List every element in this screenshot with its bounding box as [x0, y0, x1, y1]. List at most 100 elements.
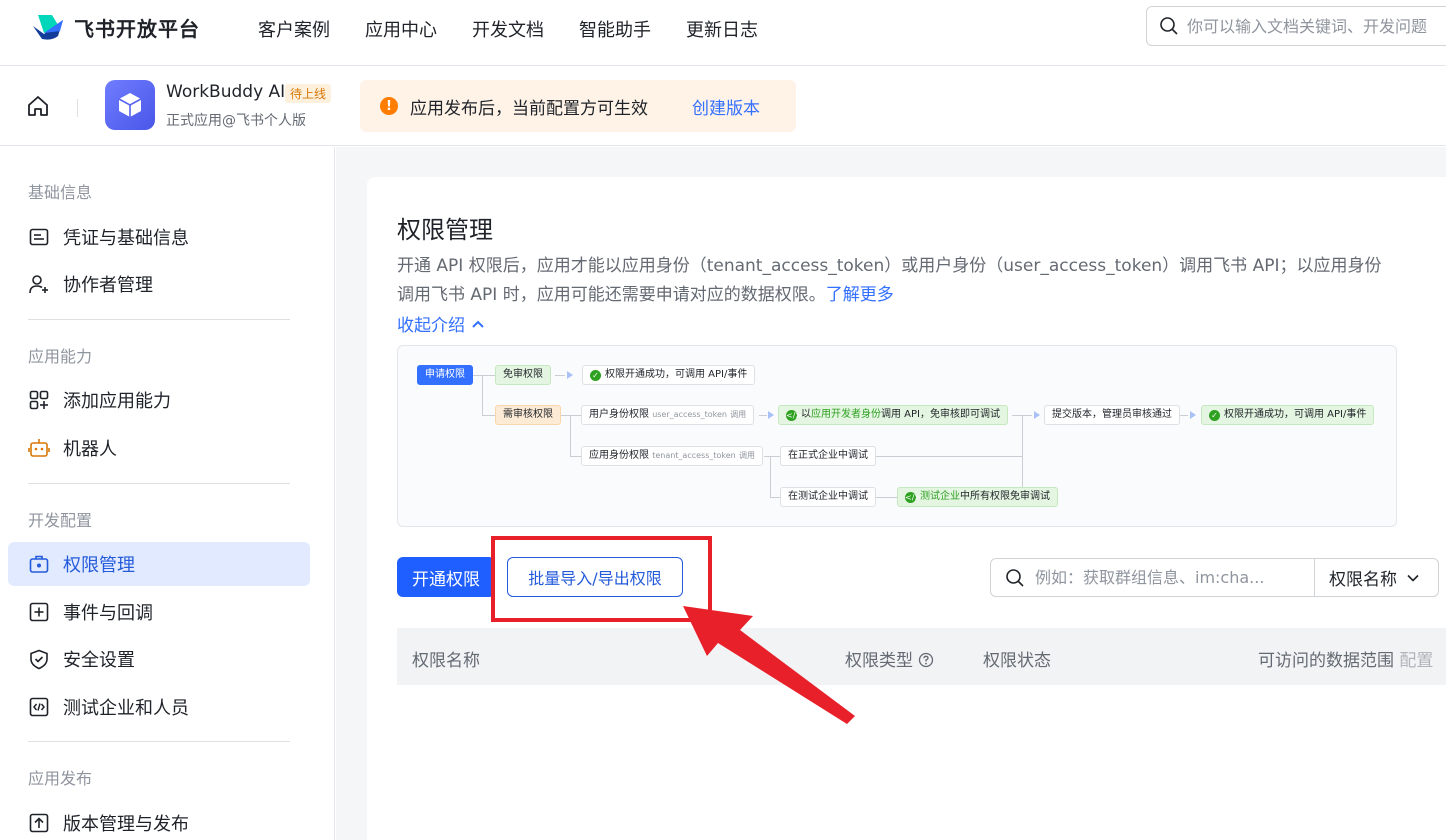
flow-node-prod-debug: 在正式企业中调试 [780, 446, 876, 466]
top-navigation: 飞书开放平台 客户案例 应用中心 开发文档 智能助手 更新日志 [0, 0, 1446, 66]
status-badge: 待上线 [285, 84, 332, 103]
nav-item-assistant[interactable]: 智能助手 [579, 16, 651, 42]
app-avatar [105, 80, 155, 130]
flow-node-submit: 提交版本，管理员审核通过 [1044, 405, 1180, 425]
sidebar-item-security[interactable]: 安全设置 [8, 637, 310, 681]
nav-menu: 客户案例 应用中心 开发文档 智能助手 更新日志 [258, 16, 793, 42]
flow-text: 应用身份权限 [589, 450, 649, 461]
sidebar-item-test-tenants[interactable]: 测试企业和人员 [8, 685, 310, 729]
code-badge-icon: </> [905, 492, 922, 503]
sidebar-item-permissions[interactable]: 权限管理 [8, 542, 310, 586]
event-icon [28, 601, 50, 623]
apps-add-icon [28, 389, 50, 411]
flow-node-apply: 申请权限 [417, 365, 473, 385]
permission-flow-diagram: 申请权限 免审权限 ✓ 权限开通成功，可调用 API/事件 需审核权限 用户身份权… [397, 345, 1397, 527]
sidebar-divider [28, 483, 290, 484]
collapse-label: 收起介绍 [397, 316, 465, 336]
select-value: 权限名称 [1329, 570, 1397, 590]
sidebar-section-title: 基础信息 [28, 183, 93, 202]
nav-item-docs[interactable]: 开发文档 [472, 16, 544, 42]
flow-text: 调用 [738, 451, 755, 460]
sidebar: 基础信息 凭证与基础信息 协作者管理 应用能力 添加应用能力 机器人 开发配置 … [0, 147, 335, 840]
sidebar-item-collaborators[interactable]: 协作者管理 [8, 262, 310, 306]
home-icon[interactable] [26, 94, 50, 118]
notice-text: 应用发布后，当前配置方可生效 [410, 98, 648, 119]
sidebar-item-versions[interactable]: 版本管理与发布 [8, 801, 310, 840]
flow-connector [472, 375, 496, 376]
app-subtitle: 正式应用@飞书个人版 [166, 113, 306, 129]
flow-node-test-result: </>测试企业中所有权限免审调试 [897, 487, 1058, 507]
search-icon [1160, 17, 1178, 35]
flow-arrow [768, 411, 774, 419]
upload-icon [28, 812, 50, 834]
check-icon: ✓ [590, 370, 601, 381]
flow-connector [876, 456, 1022, 457]
flow-node-user-perm: 用户身份权限 user_access_token 调用 [581, 405, 755, 425]
header-divider [77, 99, 78, 117]
flow-text: 测试企业 [920, 491, 960, 502]
app-name: WorkBuddy AI [166, 82, 286, 102]
sidebar-item-events[interactable]: 事件与回调 [8, 590, 310, 634]
flow-text: 用户身份权限 [589, 409, 649, 420]
flow-connector [764, 456, 780, 457]
code-icon [28, 696, 50, 718]
help-icon[interactable] [918, 652, 934, 668]
nav-item-app-center[interactable]: 应用中心 [365, 16, 437, 42]
column-header-config[interactable]: 配置 [1399, 651, 1433, 671]
code-badge-icon: </> [786, 410, 803, 421]
permission-search-box[interactable] [990, 558, 1315, 597]
column-header-type-label: 权限类型 [845, 651, 913, 671]
permission-search-input[interactable] [1035, 568, 1305, 587]
flow-node-app-perm: 应用身份权限 tenant_access_token 调用 [581, 446, 763, 466]
column-header-scope-label: 可访问的数据范围 [1258, 651, 1394, 671]
top-search-input[interactable] [1187, 16, 1446, 36]
flow-text: 调用 API，免审核即可调试 [881, 409, 1000, 420]
nav-item-changelog[interactable]: 更新日志 [686, 16, 758, 42]
warning-icon: ! [380, 97, 398, 115]
sidebar-section-title: 开发配置 [28, 511, 93, 530]
sidebar-item-label: 事件与回调 [63, 603, 153, 624]
flow-arrow [1190, 411, 1196, 419]
flow-text: 权限开通成功，可调用 API/事件 [1224, 409, 1367, 420]
sidebar-item-add-capability[interactable]: 添加应用能力 [8, 378, 310, 422]
flow-node-test-debug: 在测试企业中调试 [780, 487, 876, 507]
flow-node-free: 免审权限 [495, 365, 551, 385]
flow-text: 以 [801, 409, 811, 420]
check-icon: ✓ [1209, 410, 1220, 421]
sidebar-item-label: 测试企业和人员 [63, 698, 189, 719]
flow-connector [770, 456, 771, 497]
publish-notice: ! 应用发布后，当前配置方可生效 创建版本 [360, 80, 796, 132]
create-version-link[interactable]: 创建版本 [692, 94, 760, 119]
flow-arrow [567, 371, 573, 379]
annotation-highlight-box [491, 536, 712, 622]
app-header: WorkBuddy AI 待上线 正式应用@飞书个人版 ! 应用发布后，当前配置… [0, 66, 1446, 146]
feishu-logo[interactable]: 飞书开放平台 [30, 12, 200, 42]
shield-icon [28, 648, 50, 670]
nav-item-cases[interactable]: 客户案例 [258, 16, 330, 42]
credential-icon [28, 226, 50, 248]
learn-more-link[interactable]: 了解更多 [826, 285, 894, 305]
open-permission-button[interactable]: 开通权限 [397, 557, 495, 597]
sidebar-item-label: 添加应用能力 [63, 391, 171, 412]
flow-node-user-result: </>以应用开发者身份调用 API，免审核即可调试 [778, 405, 1008, 425]
cube-icon [118, 93, 142, 117]
flow-text: 权限开通成功，可调用 API/事件 [605, 369, 748, 380]
sidebar-item-label: 凭证与基础信息 [63, 228, 189, 249]
flow-token: tenant_access_token [652, 451, 736, 460]
top-search-box[interactable] [1146, 6, 1446, 46]
sidebar-item-credentials[interactable]: 凭证与基础信息 [8, 215, 310, 259]
chevron-down-icon [1407, 574, 1419, 582]
column-header-status: 权限状态 [983, 651, 1051, 671]
user-add-icon [28, 273, 50, 295]
collapse-intro-toggle[interactable]: 收起介绍 [397, 311, 485, 336]
sidebar-section-title: 应用能力 [28, 347, 93, 366]
sidebar-item-label: 权限管理 [63, 555, 135, 576]
sidebar-item-label: 版本管理与发布 [63, 814, 189, 835]
permission-icon [28, 553, 50, 575]
sidebar-item-bot[interactable]: 机器人 [8, 426, 310, 470]
flow-text: 应用开发者身份 [811, 409, 881, 420]
flow-token: user_access_token [652, 410, 727, 419]
flow-connector [1022, 415, 1023, 497]
search-icon [1006, 568, 1024, 587]
search-field-select[interactable]: 权限名称 [1314, 558, 1439, 597]
